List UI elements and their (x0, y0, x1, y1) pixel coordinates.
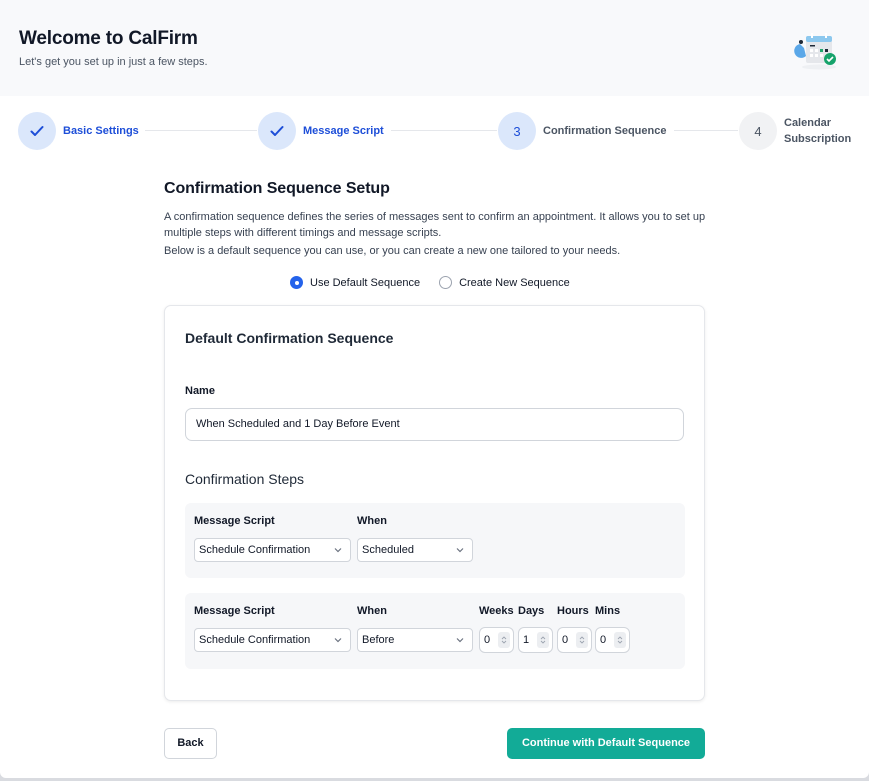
confirmation-step-row: Message Script When Weeks Days Hours Min… (185, 593, 685, 669)
when-label: When (357, 515, 387, 527)
radio-unchecked-icon[interactable] (439, 276, 453, 289)
section-description: A confirmation sequence defines the seri… (164, 211, 706, 239)
progress-stepper: Basic Settings Message Script 3 Confirma… (0, 96, 869, 172)
message-script-select[interactable]: Schedule Confirmation (194, 628, 351, 652)
header: Welcome to CalFirm Let's get you set up … (0, 0, 869, 96)
confirmation-steps-title: Confirmation Steps (185, 471, 305, 487)
mins-label: Mins (595, 605, 621, 617)
when-select[interactable]: Before (357, 628, 473, 652)
mins-input[interactable]: 0 (595, 627, 630, 653)
days-input[interactable]: 1 (518, 627, 553, 653)
spinner-arrows-icon[interactable] (537, 632, 549, 648)
message-script-label: Message Script (194, 515, 275, 527)
step-calendar-subscription[interactable]: 4 Calendar Subscription (739, 112, 851, 150)
spinner-arrows-icon[interactable] (498, 632, 510, 648)
radio-checked-icon[interactable] (290, 276, 303, 289)
step-label: Calendar Subscription (784, 115, 851, 147)
step-circle: 4 (739, 112, 777, 150)
select-value: Schedule Confirmation (199, 544, 311, 556)
spinner-arrows-icon[interactable] (614, 632, 626, 648)
step-confirmation-sequence[interactable]: 3 Confirmation Sequence (498, 112, 666, 150)
setup-section: Confirmation Sequence Setup A confirmati… (164, 180, 706, 289)
step-connector (145, 130, 257, 131)
when-label: When (357, 605, 387, 617)
step-circle (258, 112, 296, 150)
sequence-name-input[interactable]: When Scheduled and 1 Day Before Event (185, 408, 684, 441)
chevron-down-icon (334, 638, 342, 643)
radio-label: Use Default Sequence (310, 276, 421, 289)
check-icon (30, 126, 44, 136)
section-title: Confirmation Sequence Setup (164, 180, 390, 197)
chevron-down-icon (334, 548, 342, 553)
step-label-line2: Subscription (784, 133, 852, 145)
step-circle (18, 112, 56, 150)
hours-input[interactable]: 0 (557, 627, 592, 653)
use-default-sequence-radio[interactable]: Use Default Sequence (290, 276, 420, 289)
confirmation-step-row: Message Script When Schedule Confirmatio… (185, 503, 685, 578)
number-value: 1 (523, 634, 530, 646)
create-new-sequence-radio[interactable]: Create New Sequence (439, 276, 570, 289)
page-subtitle: Let's get you set up in just a few steps… (19, 56, 208, 68)
step-label: Basic Settings (63, 125, 139, 137)
step-connector (674, 130, 738, 131)
step-label-line1: Calendar (784, 117, 832, 129)
number-value: 0 (600, 634, 607, 646)
step-label: Message Script (303, 125, 384, 137)
sequence-option-group: Use Default Sequence Create New Sequence (290, 276, 589, 289)
default-sequence-card: Default Confirmation Sequence Name When … (164, 305, 705, 701)
chevron-down-icon (456, 638, 464, 643)
message-script-label: Message Script (194, 605, 275, 617)
select-value: Scheduled (362, 544, 414, 556)
chevron-down-icon (456, 548, 464, 553)
check-icon (270, 126, 284, 136)
hours-label: Hours (557, 605, 589, 617)
select-value: Before (362, 634, 395, 646)
back-button[interactable]: Back (164, 728, 217, 759)
step-circle: 3 (498, 112, 536, 150)
select-value: Schedule Confirmation (199, 634, 311, 646)
radio-label: Create New Sequence (459, 276, 570, 289)
step-connector (391, 130, 497, 131)
section-description-secondary: Below is a default sequence you can use,… (164, 245, 621, 257)
number-value: 0 (562, 634, 569, 646)
spinner-arrows-icon[interactable] (576, 632, 588, 648)
step-message-script[interactable]: Message Script (258, 112, 384, 150)
name-label: Name (185, 385, 215, 397)
card-title: Default Confirmation Sequence (185, 330, 394, 346)
message-script-select[interactable]: Schedule Confirmation (194, 538, 351, 562)
weeks-input[interactable]: 0 (479, 627, 514, 653)
number-value: 0 (484, 634, 491, 646)
step-label: Confirmation Sequence (543, 125, 667, 137)
page-title: Welcome to CalFirm (19, 28, 198, 49)
days-label: Days (518, 605, 545, 617)
onboarding-window: Welcome to CalFirm Let's get you set up … (0, 0, 869, 778)
weeks-label: Weeks (479, 605, 514, 617)
continue-button[interactable]: Continue with Default Sequence (507, 728, 705, 759)
calendar-check-illustration-icon (794, 33, 836, 70)
when-select[interactable]: Scheduled (357, 538, 473, 562)
step-basic-settings[interactable]: Basic Settings (18, 112, 139, 150)
